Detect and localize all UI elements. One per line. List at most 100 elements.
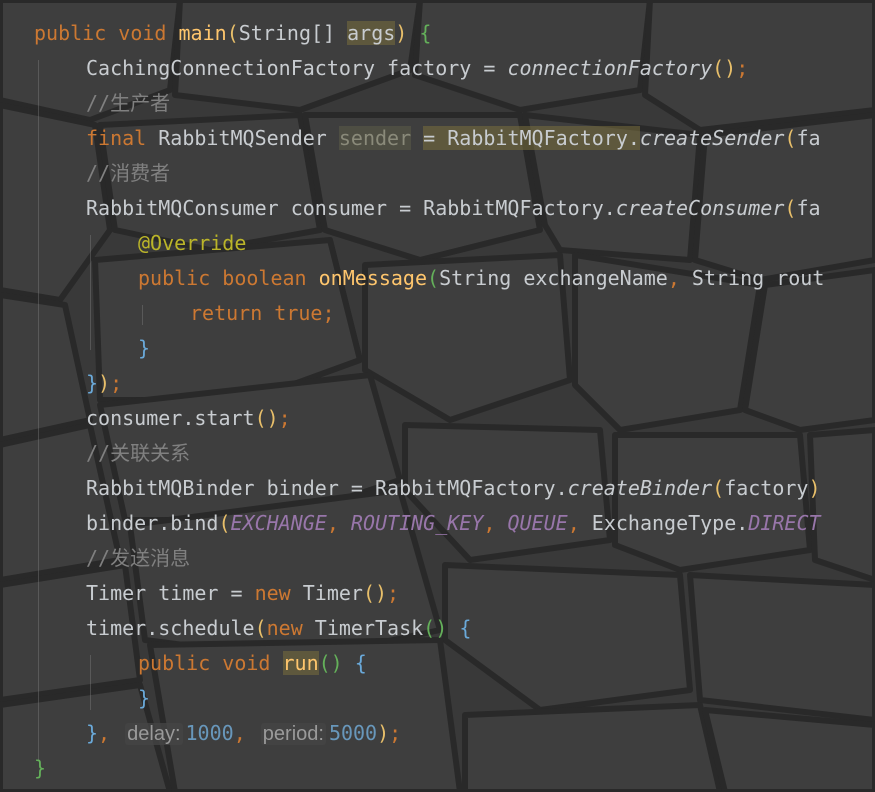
code-comment: //消费者 [86,161,171,185]
code-token: } [138,336,151,360]
code-token: } [86,371,99,395]
code-line[interactable]: consumer.start(); [86,401,291,436]
code-line[interactable]: public void run() { [138,646,367,681]
code-token: ) [808,476,821,500]
parameter-hint: period: [260,723,326,745]
code-token: ( [427,266,440,290]
code-token: ( [218,511,231,535]
code-token: EXCHANGE [230,511,327,535]
code-token: public [34,21,107,45]
code-token: 1000 [185,721,234,745]
code-line[interactable]: //生产者 [86,86,170,121]
code-token: ; [736,56,749,80]
code-token: createConsumer [615,196,785,220]
code-token: } [34,756,47,780]
code-token: binder.bind [86,511,219,535]
code-token: ) [98,371,111,395]
code-line[interactable]: } [138,331,150,366]
code-token: sender [338,126,412,150]
code-line[interactable]: public boolean onMessage(String exchange… [138,261,824,296]
code-token: DIRECT [748,511,821,535]
code-token: ROUTING_KEY [350,511,484,535]
code-line[interactable]: public void main(String[] args) { [34,16,431,51]
code-line[interactable]: } [138,681,150,716]
code-token: String exchangeName [439,266,668,290]
indent-guide [38,60,39,760]
code-comment: //发送消息 [86,546,191,570]
code-line[interactable]: RabbitMQBinder binder = RabbitMQFactory.… [86,471,821,506]
code-token: Timer timer = [86,581,255,605]
code-line[interactable]: }, delay: 1000, period: 5000); [86,716,401,751]
code-comment: //关联关系 [86,441,191,465]
code-token: ( [712,476,725,500]
code-token: ( [226,21,239,45]
code-line[interactable]: return true; [190,296,335,331]
code-token: } [138,686,151,710]
code-line[interactable]: CachingConnectionFactory factory = conne… [86,51,748,86]
code-token: String[] [238,21,336,45]
code-line[interactable]: final RabbitMQSender sender = RabbitMQFa… [86,121,821,156]
code-line[interactable]: //发送消息 [86,541,190,576]
code-token: boolean [222,266,307,290]
code-token: , [233,721,246,745]
code-token: ( [254,616,267,640]
code-line[interactable]: //关联关系 [86,436,190,471]
code-token: run [282,651,319,675]
code-token: , [667,266,680,290]
code-token: ) [377,721,390,745]
code-token: consumer.start [86,406,255,430]
code-token: = RabbitMQFactory. [423,126,640,150]
code-line[interactable]: Timer timer = new Timer(); [86,576,399,611]
code-token: { [354,651,367,675]
code-comment: //生产者 [86,91,171,115]
code-token: main [178,21,227,45]
code-token: fa [796,126,821,150]
code-token: , [567,511,580,535]
code-token: () [254,406,279,430]
code-token: { [459,616,472,640]
code-token: } [86,721,99,745]
code-token: void [118,21,167,45]
code-token: fa [796,196,821,220]
code-editor[interactable]: public void main(String[] args) {Caching… [0,0,875,792]
code-line[interactable]: binder.bind(EXCHANGE, ROUTING_KEY, QUEUE… [86,506,821,541]
code-line[interactable]: } [34,751,46,786]
code-token: ( [784,196,797,220]
code-token: ; [389,721,402,745]
code-token: connectionFactory [507,56,713,80]
code-line[interactable]: RabbitMQConsumer consumer = RabbitMQFact… [86,191,821,226]
code-line[interactable]: timer.schedule(new TimerTask() { [86,611,471,646]
code-token: RabbitMQBinder binder = RabbitMQFactory. [86,476,568,500]
code-line[interactable]: @Override [138,226,246,261]
code-token: final [86,126,147,150]
code-token: CachingConnectionFactory factory = [86,56,508,80]
code-token: TimerTask [302,616,424,640]
code-token: , [326,511,339,535]
indent-guide [142,305,143,325]
code-token: ; [278,406,291,430]
code-line[interactable]: }); [86,366,122,401]
code-token: , [98,721,111,745]
code-token: public [138,266,211,290]
code-token: createBinder [567,476,713,500]
code-token: factory [724,476,809,500]
code-line[interactable]: //消费者 [86,156,170,191]
code-token: true [274,301,323,325]
code-token: Timer [290,581,363,605]
code-token: QUEUE [507,511,568,535]
code-token: { [419,21,432,45]
parameter-hint: delay: [125,723,183,745]
indent-guide [90,655,91,710]
